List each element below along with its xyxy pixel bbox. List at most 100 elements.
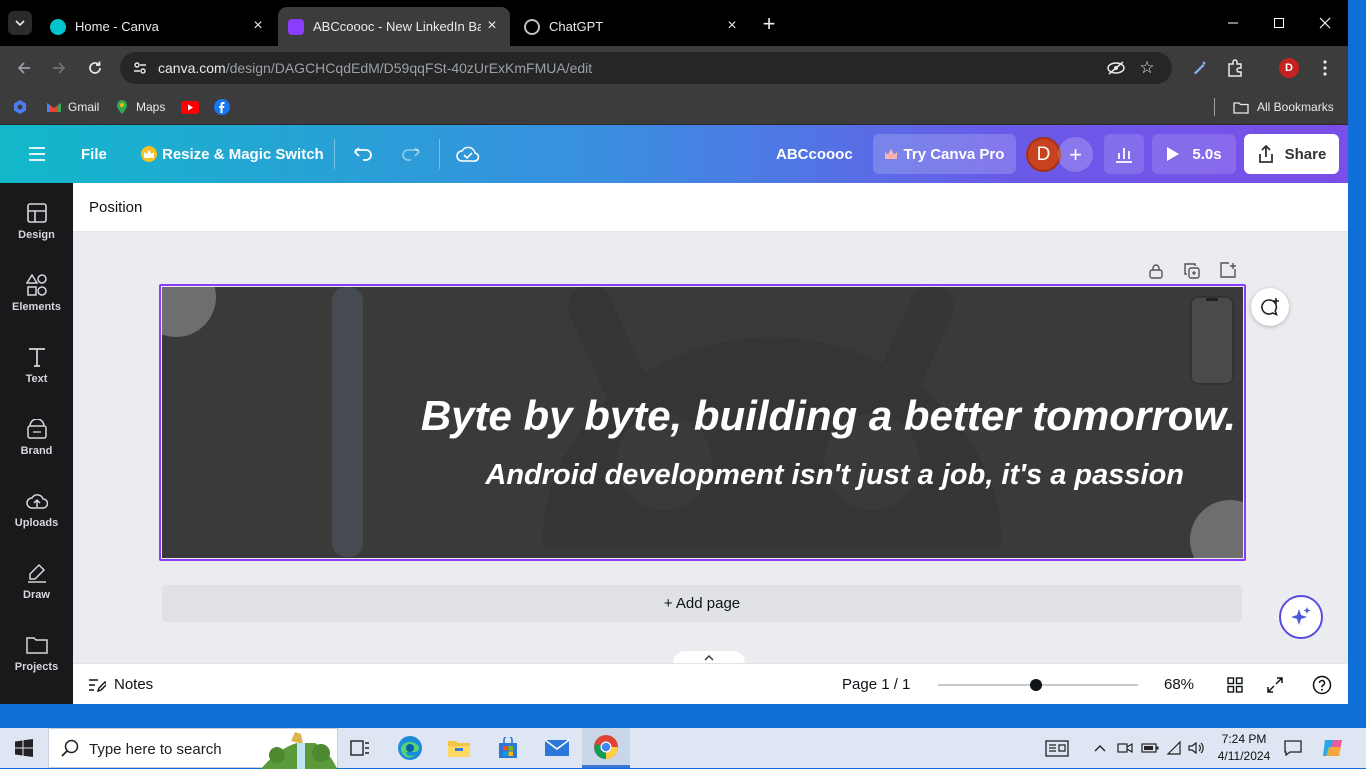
rail-item-brand[interactable]: Brand — [0, 416, 73, 476]
insights-button[interactable] — [1104, 134, 1144, 174]
play-duration: 5.0s — [1192, 145, 1222, 163]
help-button[interactable] — [1311, 664, 1333, 705]
bookmark-maps[interactable]: Maps — [116, 97, 165, 117]
reload-button[interactable] — [83, 56, 107, 80]
tray-overflow-icon[interactable] — [1092, 740, 1108, 756]
profile-avatar[interactable]: D — [1279, 58, 1299, 78]
pen-extension-icon[interactable] — [1188, 58, 1210, 78]
fullscreen-button[interactable] — [1265, 664, 1285, 705]
duplicate-icon — [1184, 263, 1200, 279]
bookmark-youtube[interactable] — [181, 97, 199, 117]
magic-assistant-button[interactable] — [1279, 595, 1323, 639]
task-view-button[interactable] — [336, 728, 384, 768]
bookmarks-divider — [1214, 98, 1215, 116]
forward-button[interactable] — [47, 56, 71, 80]
duplicate-page-button[interactable] — [1182, 261, 1202, 281]
rail-item-text[interactable]: Text — [0, 344, 73, 404]
eye-off-icon[interactable] — [1106, 59, 1126, 77]
minimize-button[interactable] — [1210, 0, 1256, 46]
add-page-button[interactable]: + Add page — [162, 585, 1242, 622]
browser-toolbar: canva.com/design/DAGCHCqdEdM/D59qqFSt-40… — [0, 46, 1348, 90]
try-pro-label: Try Canva Pro — [903, 145, 1005, 163]
crown-icon — [141, 146, 157, 162]
mail-app[interactable] — [533, 728, 581, 768]
add-comment-button[interactable] — [1251, 288, 1289, 326]
window-controls — [1210, 0, 1348, 46]
zoom-slider[interactable] — [938, 679, 1138, 691]
bookmark-gmail[interactable]: Gmail — [46, 97, 99, 117]
lock-page-button[interactable] — [1146, 261, 1166, 281]
taskbar-clock[interactable]: 7:24 PM 4/11/2024 — [1212, 731, 1276, 765]
redo-button[interactable] — [398, 125, 422, 183]
user-avatar[interactable]: D — [1026, 137, 1061, 172]
wifi-icon[interactable] — [1164, 740, 1184, 756]
zoom-slider-handle[interactable] — [1030, 679, 1042, 691]
start-button[interactable] — [0, 728, 48, 768]
rail-item-design[interactable]: Design — [0, 200, 73, 260]
page-indicator[interactable]: Page 1 / 1 — [842, 664, 910, 705]
play-icon — [1167, 147, 1180, 161]
bookmark-facebook[interactable] — [214, 97, 230, 117]
share-label: Share — [1284, 145, 1327, 163]
resize-magic-switch-button[interactable]: Resize & Magic Switch — [141, 125, 324, 183]
chrome-app[interactable] — [582, 728, 630, 768]
design-title[interactable]: ABCcoooc — [776, 125, 853, 183]
close-icon[interactable]: × — [724, 18, 740, 34]
battery-icon[interactable] — [1140, 740, 1160, 756]
address-bar[interactable]: canva.com/design/DAGCHCqdEdM/D59qqFSt-40… — [120, 52, 1172, 84]
grid-view-button[interactable] — [1225, 664, 1245, 705]
news-widget-icon[interactable] — [1033, 728, 1081, 768]
copilot-icon[interactable] — [1320, 736, 1346, 760]
meet-now-icon[interactable] — [1116, 740, 1134, 756]
browser-menu-icon[interactable] — [1315, 58, 1335, 78]
tab-home-canva[interactable]: Home - Canva × — [40, 7, 276, 46]
taskbar-search[interactable]: Type here to search — [48, 728, 338, 769]
file-menu[interactable]: File — [81, 125, 107, 183]
back-button[interactable] — [12, 56, 36, 80]
file-explorer-app[interactable] — [435, 728, 483, 768]
hamburger-menu-button[interactable] — [26, 125, 48, 183]
rail-item-projects[interactable]: Projects — [0, 632, 73, 692]
share-button[interactable]: Share — [1244, 134, 1339, 174]
close-icon[interactable]: × — [250, 18, 266, 34]
design-canvas[interactable]: Byte by byte, building a better tomorrow… — [162, 287, 1243, 558]
present-play-button[interactable]: 5.0s — [1152, 134, 1236, 174]
tab-search-button[interactable] — [8, 11, 32, 35]
bookmarks-bar: Gmail Maps All Bookmarks — [0, 90, 1348, 125]
search-placeholder: Type here to search — [89, 741, 222, 758]
all-bookmarks[interactable]: All Bookmarks — [1233, 97, 1334, 117]
rail-item-uploads[interactable]: Uploads — [0, 488, 73, 548]
extensions-icon[interactable] — [1224, 58, 1246, 78]
rail-label: Draw — [23, 589, 50, 601]
bookmark-star-icon[interactable]: ☆ — [1138, 58, 1156, 77]
zoom-percentage[interactable]: 68% — [1164, 664, 1194, 705]
notes-button[interactable]: Notes — [88, 664, 153, 705]
position-button[interactable]: Position — [89, 199, 142, 216]
hexagon-icon — [14, 100, 26, 114]
header-divider — [439, 139, 440, 169]
text-icon — [28, 344, 46, 370]
edge-app[interactable] — [386, 728, 434, 768]
notifications-icon[interactable] — [1283, 739, 1303, 757]
elements-icon — [25, 272, 48, 298]
tab-abccoooc[interactable]: ABCcoooc - New LinkedIn Bann × — [278, 7, 510, 46]
design-subheading[interactable]: Android development isn't just a job, it… — [162, 459, 1184, 492]
cloud-saved-button[interactable] — [455, 125, 481, 183]
volume-icon[interactable] — [1187, 740, 1207, 756]
rail-item-draw[interactable]: Draw — [0, 560, 73, 620]
tab-chatgpt[interactable]: ChatGPT × — [514, 7, 750, 46]
add-collaborator-button[interactable]: + — [1058, 137, 1093, 172]
folder-icon — [448, 741, 470, 757]
microsoft-store-app[interactable] — [484, 728, 532, 768]
undo-button[interactable] — [352, 125, 376, 183]
bookmark-extension[interactable] — [12, 97, 28, 117]
close-icon[interactable]: × — [484, 18, 500, 34]
add-page-icon-button[interactable] — [1218, 260, 1238, 280]
design-headline[interactable]: Byte by byte, building a better tomorrow… — [162, 392, 1236, 440]
rail-item-elements[interactable]: Elements — [0, 272, 73, 332]
close-window-button[interactable] — [1302, 0, 1348, 46]
maximize-button[interactable] — [1256, 0, 1302, 46]
new-tab-button[interactable]: + — [758, 11, 780, 36]
try-canva-pro-button[interactable]: Try Canva Pro — [873, 134, 1016, 174]
site-info-icon[interactable] — [132, 60, 148, 76]
